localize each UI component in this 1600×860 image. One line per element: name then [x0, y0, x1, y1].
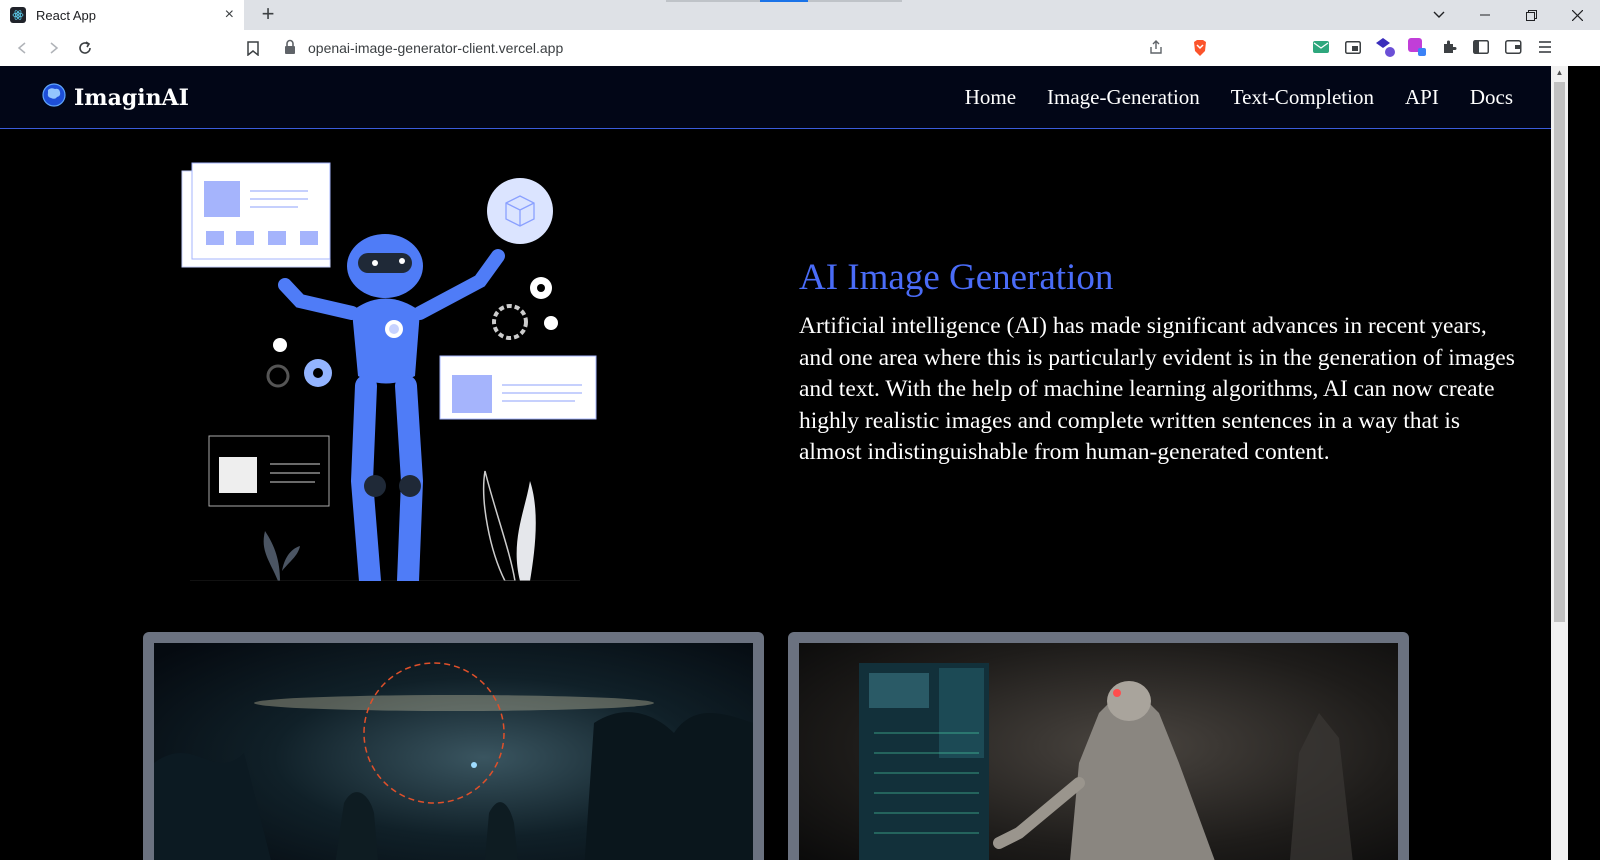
page-viewport: ImaginAI Home Image-Generation Text-Comp… [0, 66, 1551, 860]
robot-scene-image [799, 643, 1398, 860]
forward-icon[interactable] [42, 36, 66, 60]
page-scrollbar[interactable]: ▲ [1551, 66, 1568, 860]
browser-tab-strip: React App × + [0, 0, 1600, 30]
gallery-card-space[interactable] [143, 632, 764, 860]
browser-tab[interactable]: React App × [0, 0, 244, 30]
minimize-icon[interactable] [1462, 0, 1508, 30]
tab-indicator [666, 0, 760, 2]
space-scene-image [154, 643, 753, 860]
tab-search-icon[interactable] [1416, 0, 1462, 30]
menu-icon[interactable] [1534, 36, 1556, 58]
nav-menu: Home Image-Generation Text-Completion AP… [965, 85, 1513, 110]
picture-in-picture-icon[interactable] [1342, 36, 1364, 58]
purple-extension-icon[interactable] [1374, 36, 1396, 58]
hero-title: AI Image Generation [799, 257, 1114, 298]
restore-icon[interactable] [1508, 0, 1554, 30]
nav-link-docs[interactable]: Docs [1470, 85, 1513, 110]
scroll-up-arrow-icon[interactable]: ▲ [1551, 66, 1568, 80]
nav-link-home[interactable]: Home [965, 85, 1016, 110]
mail-extension-icon[interactable] [1310, 36, 1332, 58]
brave-shield-icon[interactable] [1192, 39, 1210, 57]
gradient-extension-icon[interactable] [1406, 36, 1428, 58]
reload-icon[interactable] [73, 36, 97, 60]
nav-link-api[interactable]: API [1405, 85, 1439, 110]
robot-illustration [180, 161, 600, 592]
close-tab-icon[interactable]: × [225, 7, 234, 23]
site-navbar: ImaginAI Home Image-Generation Text-Comp… [0, 66, 1551, 129]
brain-globe-icon [42, 82, 66, 113]
tab-indicator [808, 0, 902, 2]
nav-link-image-generation[interactable]: Image-Generation [1047, 85, 1200, 110]
wallet-icon[interactable] [1502, 36, 1524, 58]
hero-description: Artificial intelligence (AI) has made si… [799, 313, 1515, 465]
scrollbar-thumb[interactable] [1554, 82, 1565, 622]
tab-indicator-active [760, 0, 808, 2]
nav-link-text-completion[interactable]: Text-Completion [1231, 85, 1374, 110]
bookmark-icon[interactable] [241, 36, 265, 60]
brand-name: ImaginAI [74, 84, 189, 111]
lock-icon [284, 39, 302, 57]
share-icon[interactable] [1148, 39, 1166, 57]
address-bar[interactable]: openai-image-generator-client.vercel.app [276, 33, 1218, 63]
new-tab-button[interactable]: + [256, 3, 280, 27]
close-window-icon[interactable] [1554, 0, 1600, 30]
sidebar-icon[interactable] [1470, 36, 1492, 58]
browser-toolbar: openai-image-generator-client.vercel.app [0, 30, 1600, 66]
react-favicon-icon [10, 7, 26, 23]
tab-title: React App [36, 7, 96, 23]
back-icon[interactable] [10, 36, 34, 60]
hero-section: AI Image Generation Artificial intellige… [799, 256, 1519, 469]
extensions-icon[interactable] [1438, 36, 1460, 58]
url-text: openai-image-generator-client.vercel.app [308, 40, 564, 56]
gallery-card-robot[interactable] [788, 632, 1409, 860]
site-logo[interactable]: ImaginAI [42, 82, 189, 113]
